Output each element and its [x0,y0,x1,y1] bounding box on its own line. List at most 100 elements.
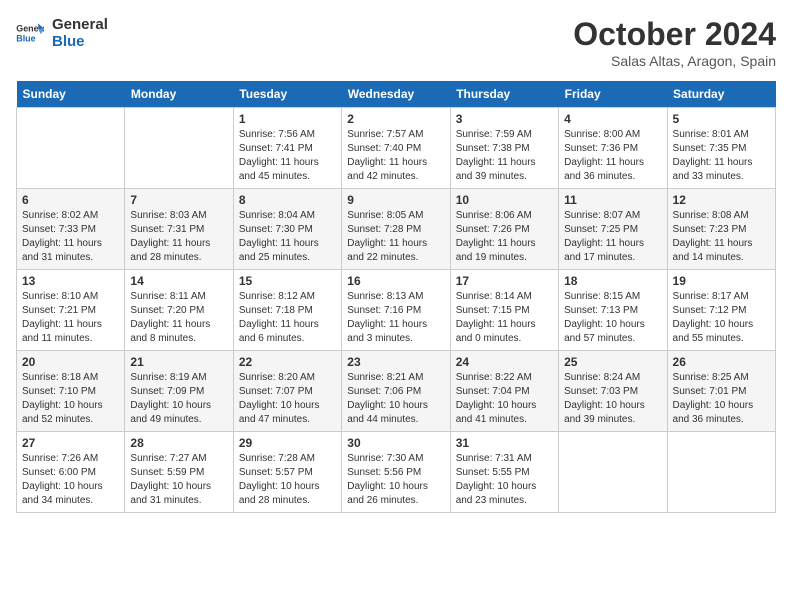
day-number: 1 [239,112,336,126]
day-detail: Sunrise: 8:00 AM Sunset: 7:36 PM Dayligh… [564,128,661,184]
logo-line1: General [52,16,108,33]
day-number: 20 [22,355,119,369]
day-number: 6 [22,193,119,207]
calendar-week-4: 20 Sunrise: 8:18 AM Sunset: 7:10 PM Dayli… [17,351,776,432]
logo-icon: General Blue [16,22,44,44]
day-detail: Sunrise: 8:02 AM Sunset: 7:33 PM Dayligh… [22,209,119,265]
day-number: 9 [347,193,444,207]
day-number: 8 [239,193,336,207]
day-detail: Sunrise: 8:07 AM Sunset: 7:25 PM Dayligh… [564,209,661,265]
col-friday: Friday [559,81,667,108]
calendar-week-1: 1Sunrise: 7:56 AM Sunset: 7:41 PM Daylig… [17,108,776,189]
calendar-cell: 5 Sunrise: 8:01 AM Sunset: 7:35 PM Daylig… [667,108,775,189]
calendar-week-2: 6 Sunrise: 8:02 AM Sunset: 7:33 PM Daylig… [17,189,776,270]
calendar-cell: 25 Sunrise: 8:24 AM Sunset: 7:03 PM Dayli… [559,351,667,432]
month-year: October 2024 [573,16,776,53]
col-wednesday: Wednesday [342,81,450,108]
header-row: Sunday Monday Tuesday Wednesday Thursday… [17,81,776,108]
day-detail: Sunrise: 8:12 AM Sunset: 7:18 PM Dayligh… [239,290,336,346]
day-detail: Sunrise: 7:59 AM Sunset: 7:38 PM Dayligh… [456,128,553,184]
day-number: 31 [456,436,553,450]
calendar-cell: 9 Sunrise: 8:05 AM Sunset: 7:28 PM Daylig… [342,189,450,270]
day-number: 27 [22,436,119,450]
day-detail: Sunrise: 8:04 AM Sunset: 7:30 PM Dayligh… [239,209,336,265]
calendar-cell: 21Sunrise: 8:19 AM Sunset: 7:09 PM Dayli… [125,351,233,432]
calendar-cell: 4Sunrise: 8:00 AM Sunset: 7:36 PM Daylig… [559,108,667,189]
calendar-cell [17,108,125,189]
calendar-cell: 23 Sunrise: 8:21 AM Sunset: 7:06 PM Dayli… [342,351,450,432]
day-detail: Sunrise: 8:06 AM Sunset: 7:26 PM Dayligh… [456,209,553,265]
day-detail: Sunrise: 8:15 AM Sunset: 7:13 PM Dayligh… [564,290,661,346]
day-detail: Sunrise: 8:13 AM Sunset: 7:16 PM Dayligh… [347,290,444,346]
day-detail: Sunrise: 8:14 AM Sunset: 7:15 PM Dayligh… [456,290,553,346]
col-sunday: Sunday [17,81,125,108]
day-number: 19 [673,274,770,288]
day-number: 10 [456,193,553,207]
col-tuesday: Tuesday [233,81,341,108]
calendar-cell [559,432,667,513]
calendar-cell: 18Sunrise: 8:15 AM Sunset: 7:13 PM Dayli… [559,270,667,351]
day-detail: Sunrise: 8:08 AM Sunset: 7:23 PM Dayligh… [673,209,770,265]
title-block: October 2024 Salas Altas, Aragon, Spain [573,16,776,69]
day-detail: Sunrise: 7:26 AM Sunset: 6:00 PM Dayligh… [22,452,119,508]
calendar-cell: 2 Sunrise: 7:57 AM Sunset: 7:40 PM Daylig… [342,108,450,189]
calendar-cell: 28 Sunrise: 7:27 AM Sunset: 5:59 PM Dayli… [125,432,233,513]
calendar-cell: 27 Sunrise: 7:26 AM Sunset: 6:00 PM Dayli… [17,432,125,513]
day-detail: Sunrise: 7:30 AM Sunset: 5:56 PM Dayligh… [347,452,444,508]
calendar-week-3: 13 Sunrise: 8:10 AM Sunset: 7:21 PM Dayli… [17,270,776,351]
col-saturday: Saturday [667,81,775,108]
day-number: 16 [347,274,444,288]
calendar-cell: 30 Sunrise: 7:30 AM Sunset: 5:56 PM Dayli… [342,432,450,513]
calendar-cell: 7Sunrise: 8:03 AM Sunset: 7:31 PM Daylig… [125,189,233,270]
day-number: 12 [673,193,770,207]
col-thursday: Thursday [450,81,558,108]
day-number: 21 [130,355,227,369]
day-number: 24 [456,355,553,369]
calendar-body: 1Sunrise: 7:56 AM Sunset: 7:41 PM Daylig… [17,108,776,513]
calendar-cell: 22Sunrise: 8:20 AM Sunset: 7:07 PM Dayli… [233,351,341,432]
day-number: 15 [239,274,336,288]
day-detail: Sunrise: 8:25 AM Sunset: 7:01 PM Dayligh… [673,371,770,427]
day-number: 3 [456,112,553,126]
day-detail: Sunrise: 8:01 AM Sunset: 7:35 PM Dayligh… [673,128,770,184]
calendar-cell: 26 Sunrise: 8:25 AM Sunset: 7:01 PM Dayli… [667,351,775,432]
day-number: 5 [673,112,770,126]
calendar-cell: 15 Sunrise: 8:12 AM Sunset: 7:18 PM Dayli… [233,270,341,351]
day-number: 29 [239,436,336,450]
calendar-cell: 6 Sunrise: 8:02 AM Sunset: 7:33 PM Daylig… [17,189,125,270]
day-number: 17 [456,274,553,288]
day-number: 13 [22,274,119,288]
day-number: 26 [673,355,770,369]
day-detail: Sunrise: 8:18 AM Sunset: 7:10 PM Dayligh… [22,371,119,427]
location: Salas Altas, Aragon, Spain [573,53,776,69]
day-number: 11 [564,193,661,207]
day-number: 23 [347,355,444,369]
day-detail: Sunrise: 8:22 AM Sunset: 7:04 PM Dayligh… [456,371,553,427]
calendar-cell: 29 Sunrise: 7:28 AM Sunset: 5:57 PM Dayli… [233,432,341,513]
calendar-table: Sunday Monday Tuesday Wednesday Thursday… [16,81,776,513]
day-number: 30 [347,436,444,450]
calendar-cell: 31 Sunrise: 7:31 AM Sunset: 5:55 PM Dayli… [450,432,558,513]
day-detail: Sunrise: 8:21 AM Sunset: 7:06 PM Dayligh… [347,371,444,427]
calendar-cell: 11 Sunrise: 8:07 AM Sunset: 7:25 PM Dayli… [559,189,667,270]
day-detail: Sunrise: 7:27 AM Sunset: 5:59 PM Dayligh… [130,452,227,508]
calendar-cell: 3 Sunrise: 7:59 AM Sunset: 7:38 PM Daylig… [450,108,558,189]
calendar-cell: 17 Sunrise: 8:14 AM Sunset: 7:15 PM Dayli… [450,270,558,351]
logo-line2: Blue [52,33,108,50]
day-number: 25 [564,355,661,369]
day-detail: Sunrise: 8:17 AM Sunset: 7:12 PM Dayligh… [673,290,770,346]
day-number: 2 [347,112,444,126]
day-detail: Sunrise: 7:28 AM Sunset: 5:57 PM Dayligh… [239,452,336,508]
day-detail: Sunrise: 8:10 AM Sunset: 7:21 PM Dayligh… [22,290,119,346]
day-detail: Sunrise: 8:03 AM Sunset: 7:31 PM Dayligh… [130,209,227,265]
calendar-cell: 14Sunrise: 8:11 AM Sunset: 7:20 PM Dayli… [125,270,233,351]
day-detail: Sunrise: 7:57 AM Sunset: 7:40 PM Dayligh… [347,128,444,184]
page-header: General Blue General Blue October 2024 S… [16,16,776,69]
day-detail: Sunrise: 8:24 AM Sunset: 7:03 PM Dayligh… [564,371,661,427]
day-detail: Sunrise: 8:05 AM Sunset: 7:28 PM Dayligh… [347,209,444,265]
calendar-week-5: 27 Sunrise: 7:26 AM Sunset: 6:00 PM Dayli… [17,432,776,513]
day-detail: Sunrise: 7:31 AM Sunset: 5:55 PM Dayligh… [456,452,553,508]
calendar-cell: 16 Sunrise: 8:13 AM Sunset: 7:16 PM Dayli… [342,270,450,351]
calendar-cell: 1Sunrise: 7:56 AM Sunset: 7:41 PM Daylig… [233,108,341,189]
day-number: 28 [130,436,227,450]
